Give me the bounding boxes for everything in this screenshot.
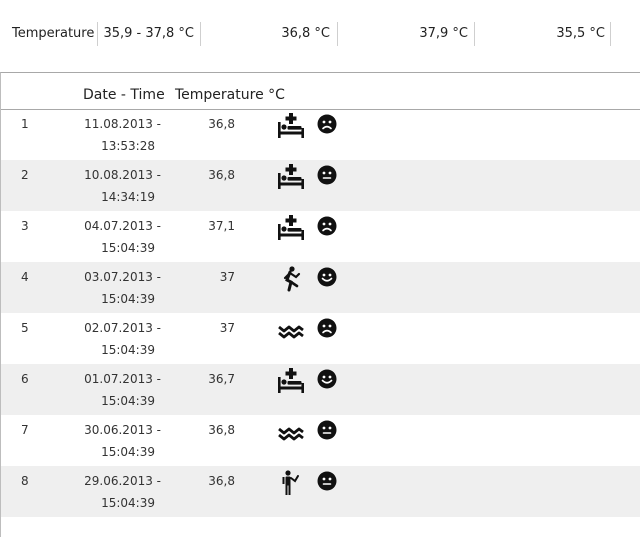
mood-neutral-icon <box>317 420 337 440</box>
header-datetime: Date - Time <box>83 87 165 103</box>
table-row[interactable]: 7 30.06.2013 -15:04:39 36,8 <box>1 415 640 466</box>
summary-average: 36,8 °C <box>281 26 330 41</box>
table-row[interactable]: 3 04.07.2013 -15:04:39 37,1 <box>1 211 640 262</box>
summary-max: 37,9 °C <box>419 26 468 41</box>
summary-divider <box>337 22 338 46</box>
summary-label: Temperature <box>12 26 95 41</box>
row-temperature: 37 <box>219 321 235 335</box>
summary-min: 35,5 °C <box>556 26 605 41</box>
swimming-icon <box>277 317 305 343</box>
row-time: 15:04:39 <box>101 445 155 459</box>
summary-divider <box>474 22 475 46</box>
mood-sad-icon <box>317 216 337 236</box>
row-temperature: 37,1 <box>208 219 235 233</box>
table-header: Date - Time Temperature °C <box>1 73 640 110</box>
summary-divider <box>97 22 98 46</box>
row-time: 15:04:39 <box>101 394 155 408</box>
summary-divider <box>610 22 611 46</box>
mood-sad-icon <box>317 114 337 134</box>
row-time: 15:04:39 <box>101 496 155 510</box>
swimming-icon <box>277 419 305 445</box>
table-row[interactable]: 4 03.07.2013 -15:04:39 37 <box>1 262 640 313</box>
row-temperature: 36,8 <box>208 168 235 182</box>
mood-happy-icon <box>317 369 337 389</box>
row-time: 15:04:39 <box>101 343 155 357</box>
mood-neutral-icon <box>317 165 337 185</box>
table-row[interactable]: 6 01.07.2013 -15:04:39 36,7 <box>1 364 640 415</box>
bed-icon <box>277 164 305 190</box>
temperature-log-table: Date - Time Temperature °C 1 11.08.2013 -… <box>0 72 640 537</box>
row-temperature: 36,8 <box>208 474 235 488</box>
temperature-summary-bar: Temperature 35,9 - 37,8 °C 36,8 °C 37,9 … <box>0 0 640 72</box>
row-time: 14:34:19 <box>101 190 155 204</box>
header-temperature: Temperature °C <box>175 87 285 103</box>
table-row[interactable]: 2 10.08.2013 -14:34:19 36,8 <box>1 160 640 211</box>
bed-icon <box>277 113 305 139</box>
mood-sad-icon <box>317 318 337 338</box>
row-time: 15:04:39 <box>101 241 155 255</box>
row-temperature: 36,8 <box>208 117 235 131</box>
mood-happy-icon <box>317 267 337 287</box>
table-row[interactable]: 5 02.07.2013 -15:04:39 37 <box>1 313 640 364</box>
running-icon <box>277 266 305 292</box>
summary-divider <box>200 22 201 46</box>
summary-range: 35,9 - 37,8 °C <box>103 26 194 41</box>
table-row[interactable]: 8 29.06.2013 -15:04:39 36,8 <box>1 466 640 517</box>
table-row[interactable]: 1 11.08.2013 -13:53:28 36,8 <box>1 109 640 160</box>
row-time: 15:04:39 <box>101 292 155 306</box>
bed-icon <box>277 215 305 241</box>
standing-person-icon <box>277 470 305 496</box>
row-temperature: 36,8 <box>208 423 235 437</box>
bed-icon <box>277 368 305 394</box>
row-temperature: 36,7 <box>208 372 235 386</box>
mood-neutral-icon <box>317 471 337 491</box>
row-temperature: 37 <box>219 270 235 284</box>
row-time: 13:53:28 <box>101 139 155 153</box>
